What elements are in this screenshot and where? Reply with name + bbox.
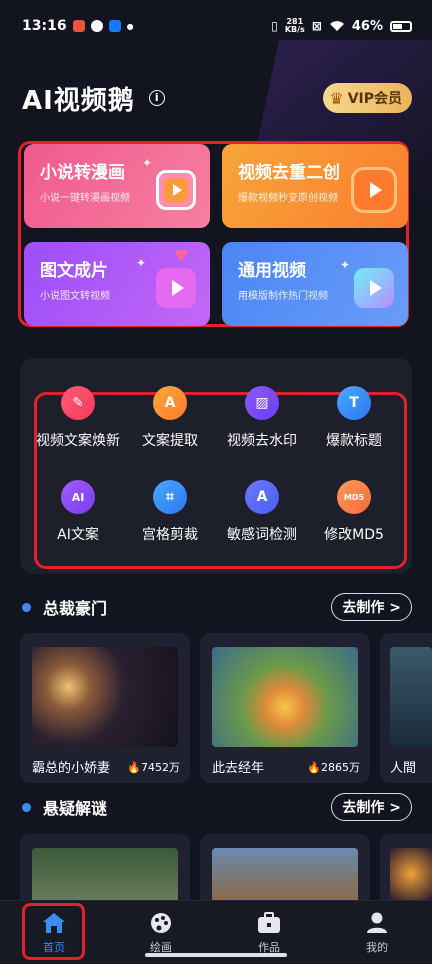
story-card[interactable]: 人間 bbox=[380, 633, 432, 783]
story-name: 人間 bbox=[390, 761, 417, 776]
feature-card-image-text-video[interactable]: 图文成片 小说图文转视频 ✦ ♥ bbox=[24, 242, 210, 326]
story-thumbnail bbox=[390, 647, 432, 747]
section-title: 悬疑解谜 bbox=[43, 799, 108, 818]
story-heat: 🔥2865万 bbox=[307, 759, 360, 775]
network-speed: 281 KB/s bbox=[285, 18, 305, 34]
tab-mine[interactable]: 我的 bbox=[342, 911, 412, 955]
section-dot bbox=[22, 602, 31, 612]
story-card[interactable] bbox=[200, 834, 370, 900]
tab-label: 我的 bbox=[366, 941, 388, 954]
tool-label: 视频文案焕新 bbox=[36, 433, 120, 449]
tab-painting[interactable]: 绘画 bbox=[126, 911, 196, 955]
story-name: 此去经年 bbox=[212, 761, 265, 776]
tool-label: AI文案 bbox=[57, 527, 99, 543]
tool-remove-watermark[interactable]: ▨ 视频去水印 bbox=[214, 386, 310, 450]
battery-icon bbox=[390, 20, 412, 32]
section-dot bbox=[22, 802, 31, 812]
notification-app-icon bbox=[72, 20, 85, 32]
tool-label: 文案提取 bbox=[142, 433, 198, 449]
app-title: AI视频鹅 bbox=[22, 85, 135, 116]
section-header-ceo: 总裁豪门 去制作 > bbox=[22, 592, 412, 622]
tool-copy-refresh[interactable]: ✎ 视频文案焕新 bbox=[30, 386, 126, 450]
story-thumbnail bbox=[212, 647, 358, 747]
title-icon: T bbox=[337, 386, 371, 420]
story-card[interactable] bbox=[20, 834, 190, 900]
vibrate-icon: ▯ bbox=[271, 19, 278, 33]
heart-icon: ♥ bbox=[174, 246, 189, 265]
home-tab-highlight bbox=[22, 903, 85, 960]
notification-app-icon bbox=[108, 20, 121, 32]
briefcase-icon bbox=[234, 911, 304, 935]
palette-icon bbox=[126, 911, 196, 935]
story-thumbnail bbox=[390, 848, 432, 900]
play-video-icon bbox=[354, 268, 394, 308]
wifi-icon bbox=[329, 21, 344, 31]
feature-card-general-video[interactable]: 通用视频 用模版制作热门视频 ✦ bbox=[222, 242, 408, 326]
tool-text-extract[interactable]: A 文案提取 bbox=[122, 386, 218, 450]
md5-icon: MD5 bbox=[337, 480, 371, 514]
ai-doc-icon: AI bbox=[61, 480, 95, 514]
app-header: AI视频鹅 i ♛ VIP会员 bbox=[22, 78, 412, 118]
more-dot-icon: ● bbox=[126, 21, 134, 31]
notification-app-icon bbox=[90, 20, 103, 32]
vip-button[interactable]: ♛ VIP会员 bbox=[323, 83, 412, 113]
fire-icon: 🔥 bbox=[307, 761, 321, 774]
no-sim-icon: ⊠ bbox=[311, 19, 322, 33]
tool-label: 修改MD5 bbox=[324, 527, 384, 543]
image-icon: ▨ bbox=[245, 386, 279, 420]
status-time: 13:16 bbox=[22, 18, 67, 34]
video-player-icon bbox=[156, 268, 196, 308]
heat-value: 2865万 bbox=[321, 761, 360, 774]
sparkle-icon: ✦ bbox=[142, 156, 153, 170]
home-indicator bbox=[145, 953, 287, 957]
crop-icon: ⌗ bbox=[153, 480, 187, 514]
pen-icon: ✎ bbox=[61, 386, 95, 420]
feature-card-novel-to-comic[interactable]: 小说转漫画 小说一键转漫画视频 ✦ bbox=[24, 144, 210, 228]
play-video-icon bbox=[354, 170, 394, 210]
make-button[interactable]: 去制作 > bbox=[331, 793, 412, 821]
heat-value: 7452万 bbox=[141, 761, 180, 774]
user-icon bbox=[342, 911, 412, 935]
crown-icon: ♛ bbox=[329, 88, 344, 108]
net-speed-unit: KB/s bbox=[284, 25, 305, 34]
make-button[interactable]: 去制作 > bbox=[331, 593, 412, 621]
vip-label: VIP会员 bbox=[347, 91, 402, 107]
tool-label: 敏感词检测 bbox=[227, 527, 297, 543]
feature-card-video-remix[interactable]: 视频去重二创 爆款视频秒变原创视频 bbox=[222, 144, 408, 228]
story-name: 霸总的小娇妻 bbox=[32, 761, 111, 776]
info-icon[interactable]: i bbox=[148, 90, 165, 106]
story-card[interactable]: 此去经年 🔥2865万 bbox=[200, 633, 370, 783]
battery-percent: 46% bbox=[351, 18, 383, 34]
doc-check-icon: A bbox=[245, 480, 279, 514]
text-extract-icon: A bbox=[153, 386, 187, 420]
tab-works[interactable]: 作品 bbox=[234, 911, 304, 955]
sparkle-icon: ✦ bbox=[340, 258, 351, 272]
tool-sensitive-words[interactable]: A 敏感词检测 bbox=[214, 480, 310, 544]
story-thumbnail bbox=[212, 848, 358, 900]
tool-hot-title[interactable]: T 爆款标题 bbox=[306, 386, 402, 450]
story-card[interactable] bbox=[380, 834, 432, 900]
tool-label: 视频去水印 bbox=[227, 433, 297, 449]
play-video-icon bbox=[156, 170, 196, 210]
story-card[interactable]: 霸总的小娇妻 🔥7452万 bbox=[20, 633, 190, 783]
story-thumbnail bbox=[32, 647, 178, 747]
tool-ai-copy[interactable]: AI AI文案 bbox=[30, 480, 126, 544]
sparkle-icon: ✦ bbox=[136, 256, 147, 270]
fire-icon: 🔥 bbox=[127, 761, 141, 774]
tool-label: 爆款标题 bbox=[326, 433, 382, 449]
section-title: 总裁豪门 bbox=[43, 599, 108, 618]
story-thumbnail bbox=[32, 848, 178, 900]
tool-modify-md5[interactable]: MD5 修改MD5 bbox=[306, 480, 402, 544]
tool-grid-crop[interactable]: ⌗ 宫格剪裁 bbox=[122, 480, 218, 544]
tool-label: 宫格剪裁 bbox=[142, 527, 198, 543]
section-header-mystery: 悬疑解谜 去制作 > bbox=[22, 792, 412, 822]
story-heat: 🔥7452万 bbox=[127, 759, 180, 775]
